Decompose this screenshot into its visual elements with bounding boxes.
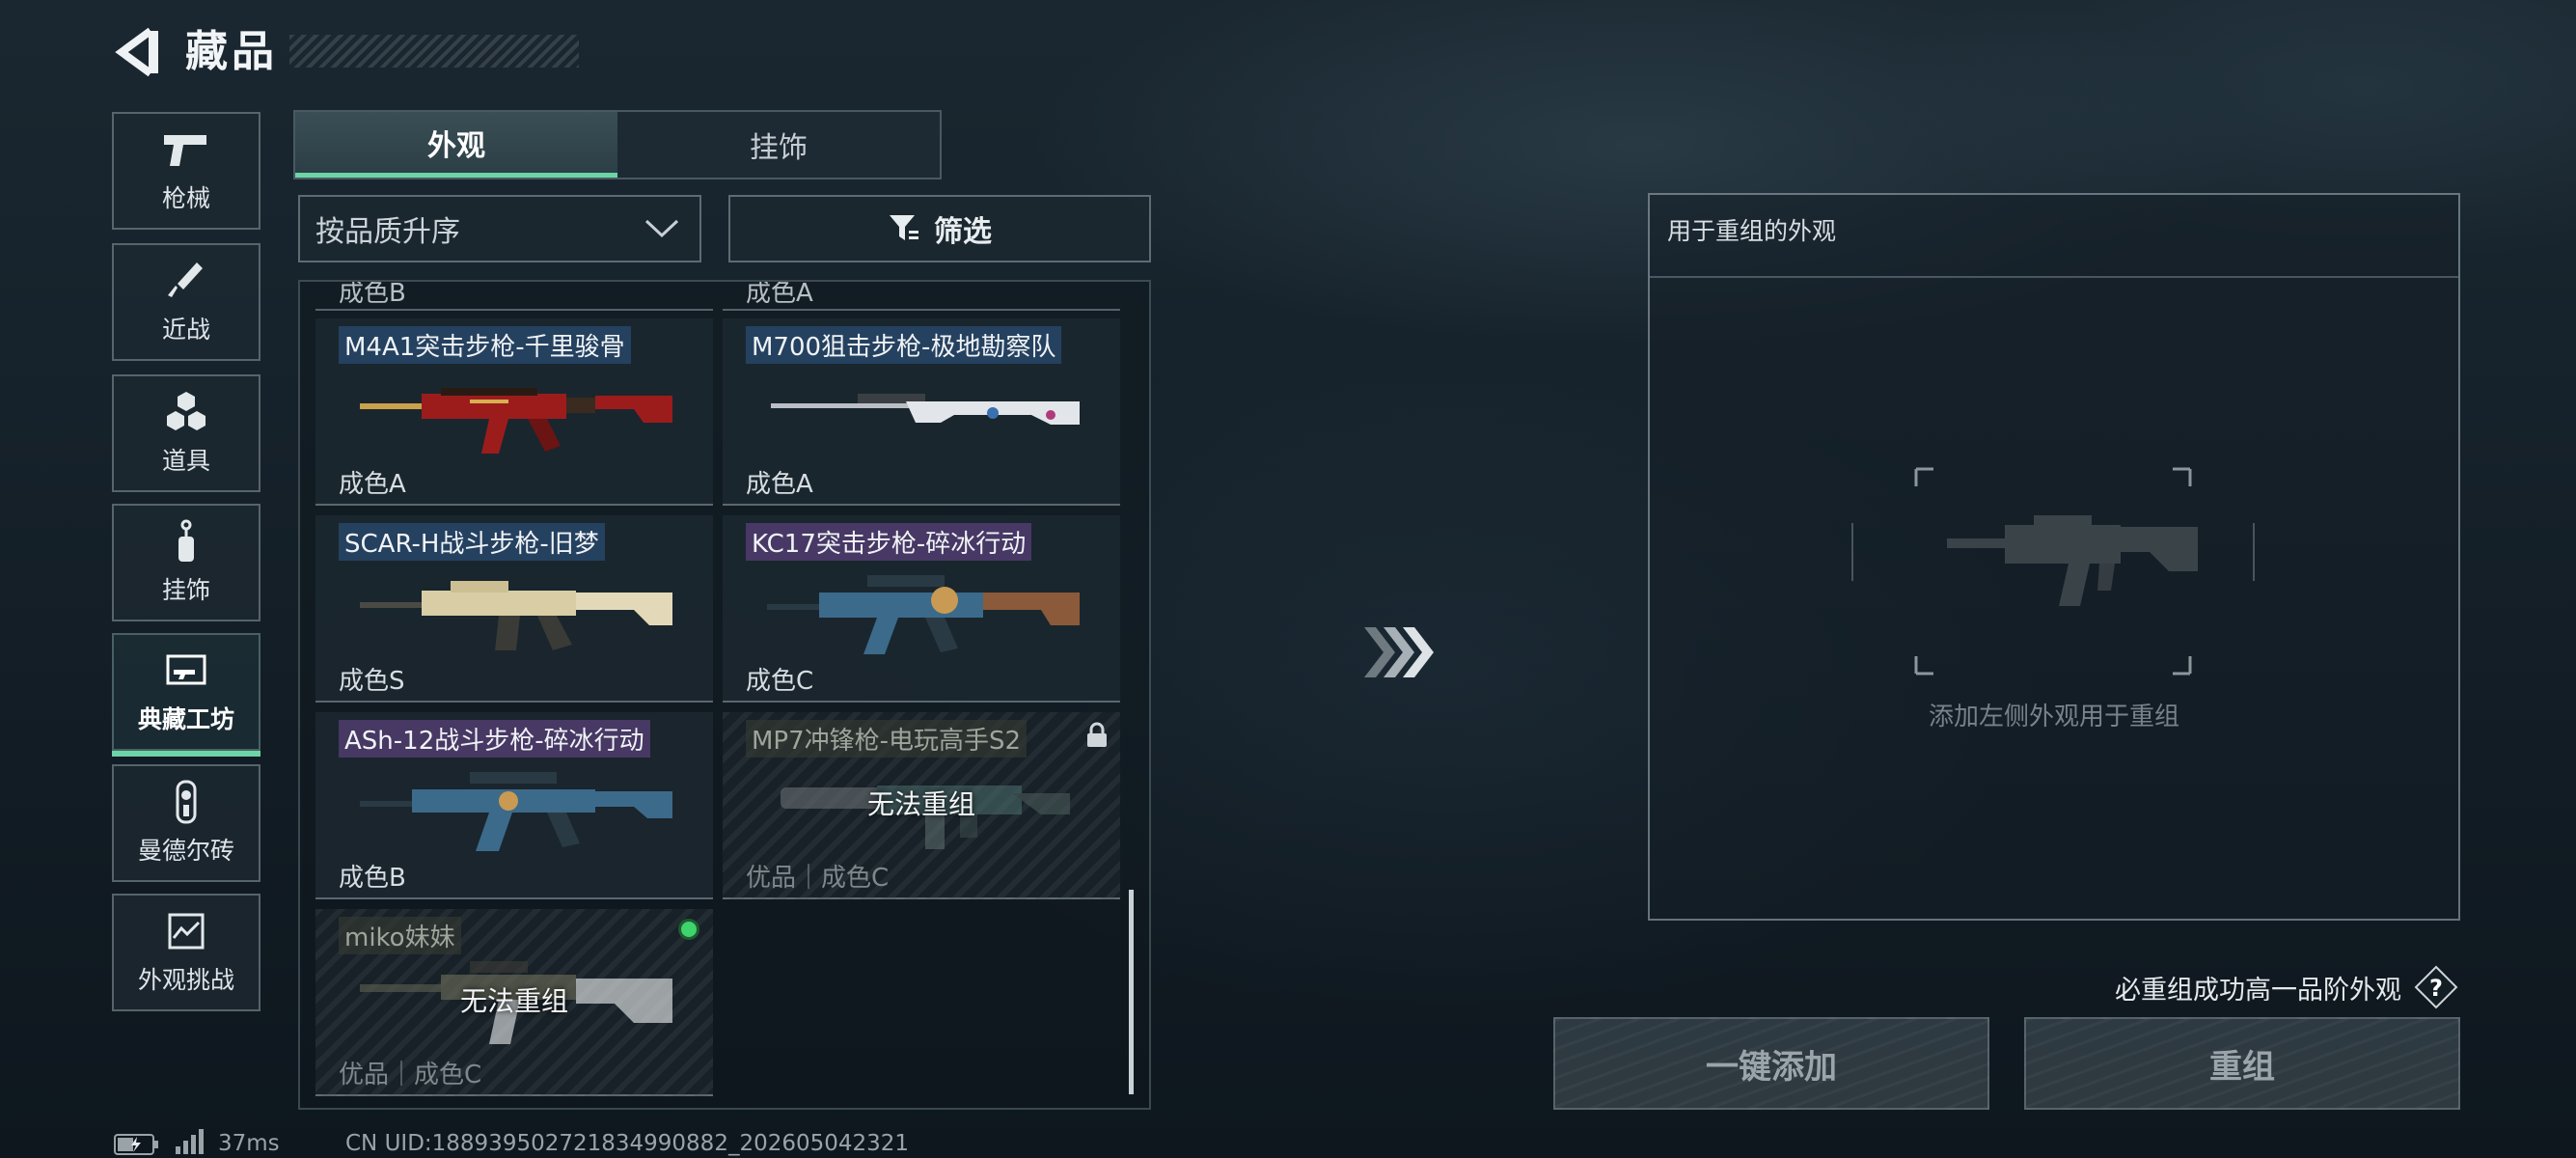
sidebar-item-tools[interactable]: 道具	[112, 374, 260, 492]
battery-charging-icon	[114, 1134, 158, 1155]
skin-name-tag: KC17突击步枪-碎冰行动	[746, 523, 1032, 561]
skin-card-kc17[interactable]: KC17突击步枪-碎冰行动 成色C	[723, 515, 1120, 703]
sidebar-item-label: 道具	[161, 447, 210, 475]
skin-grid: 成色B 成色A M4A1突击步枪-千里骏骨 成色A M700狙击步枪-极地勘察队…	[298, 280, 1151, 1110]
recombine-panel-title: 用于重组的外观	[1667, 217, 1837, 245]
tab-appearance[interactable]: 外观	[295, 112, 617, 178]
grid-scrollbar[interactable]	[1129, 890, 1134, 1094]
guarantee-text: 必重组成功高一品阶外观	[2115, 976, 2401, 1006]
sidebar-item-label: 外观挑战	[137, 966, 234, 994]
grade-label: 成色B	[339, 864, 406, 893]
knife-icon	[168, 262, 203, 297]
brick-icon	[176, 780, 197, 824]
triple-chevron-right-icon	[1364, 627, 1434, 677]
skin-card-ash-12[interactable]: ASh-12战斗步枪-碎冰行动 成色B	[315, 712, 713, 899]
help-icon[interactable]: ?	[2414, 965, 2458, 1009]
skin-name-tag: M4A1突击步枪-千里骏骨	[339, 326, 631, 364]
sort-value: 按品质升序	[315, 215, 460, 249]
cannot-recombine-label: 无法重组	[459, 985, 568, 1017]
partial-grid-cell[interactable]: 成色B	[315, 282, 713, 311]
rifle-image	[360, 388, 672, 454]
sidebar-item-label: 挂饰	[161, 576, 210, 604]
filter-label: 筛选	[934, 215, 992, 249]
skin-card-mp7[interactable]: MP7冲锋枪-电玩高手S2 无法重组 优品｜成色C	[723, 712, 1120, 899]
ping-readout: 37ms	[218, 1131, 280, 1156]
grade-label: 成色A	[746, 282, 813, 308]
sidebar-item-workshop[interactable]: 典藏工坊	[112, 633, 260, 757]
filter-icon	[890, 215, 918, 240]
skin-name-tag: miko妹妹	[339, 917, 461, 954]
rifle-image	[767, 575, 1080, 654]
rifle-image	[360, 772, 672, 851]
skin-name-tag: M700狙击步枪-极地勘察队	[746, 326, 1062, 364]
rifle-image	[771, 394, 1080, 425]
signal-strength-icon	[176, 1129, 204, 1154]
rifle-image	[360, 581, 672, 650]
grade-label: 成色A	[339, 470, 406, 499]
grade-label: 成色B	[339, 282, 406, 308]
sidebar-item-charms[interactable]: 挂饰	[112, 504, 260, 621]
tab-bar: 外观 挂饰	[293, 110, 942, 179]
lock-icon	[1087, 722, 1107, 747]
skin-name-tag: ASh-12战斗步枪-碎冰行动	[339, 720, 650, 758]
partial-grid-cell[interactable]: 成色A	[723, 282, 1120, 311]
sidebar-item-label: 枪械	[161, 184, 210, 212]
panel-divider	[1650, 276, 2458, 278]
equipped-dot-icon	[678, 919, 699, 940]
cannot-recombine-label: 无法重组	[866, 788, 975, 820]
charm-icon	[178, 519, 194, 562]
recombine-panel: 用于重组的外观 添加左侧外观用于重组	[1648, 193, 2460, 921]
sidebar-item-label: 曼德尔砖	[137, 837, 234, 865]
sort-dropdown[interactable]: 按品质升序	[298, 195, 701, 262]
quick-add-button[interactable]: 一键添加	[1553, 1017, 1989, 1110]
skin-card-m700[interactable]: M700狙击步枪-极地勘察队 成色A	[723, 318, 1120, 506]
skin-name-tag: MP7冲锋枪-电玩高手S2	[746, 720, 1028, 758]
skin-card-miko[interactable]: miko妹妹 无法重组 优品｜成色C	[315, 909, 713, 1096]
sidebar-item-mandel-brick[interactable]: 曼德尔砖	[112, 764, 260, 882]
page-title: 藏品	[185, 27, 278, 76]
filter-button[interactable]: 筛选	[728, 195, 1151, 262]
challenge-icon	[168, 913, 205, 950]
help-mark: ?	[2429, 975, 2443, 1002]
grade-label: 成色S	[339, 667, 405, 696]
recombine-button[interactable]: 重组	[2024, 1017, 2460, 1110]
pistol-icon	[164, 135, 206, 166]
grade-label: 成色A	[746, 470, 813, 499]
grade-label: 成色C	[746, 667, 814, 696]
tab-charms[interactable]: 挂饰	[617, 112, 940, 178]
empty-slot-hint: 添加左侧外观用于重组	[1928, 703, 2179, 731]
user-uid: CN UID:1889395027218349908​82_2026050423…	[345, 1131, 910, 1156]
chevron-down-icon	[644, 219, 679, 238]
sidebar-item-label: 近战	[161, 316, 210, 344]
skin-card-m4a1[interactable]: M4A1突击步枪-千里骏骨 成色A	[315, 318, 713, 506]
grade-label: 优品｜成色C	[339, 1061, 482, 1089]
skin-card-scar-h[interactable]: SCAR-H战斗步枪-旧梦 成色S	[315, 515, 713, 703]
grade-label: 优品｜成色C	[746, 864, 890, 893]
empty-slot-rifle-icon[interactable]	[1850, 465, 2256, 677]
sidebar-item-melee[interactable]: 近战	[112, 243, 260, 361]
sidebar-item-label: 典藏工坊	[137, 705, 234, 733]
title-decoration	[289, 35, 579, 68]
sidebar-item-skin-challenge[interactable]: 外观挑战	[112, 894, 260, 1011]
skin-name-tag: SCAR-H战斗步枪-旧梦	[339, 523, 605, 561]
workshop-icon	[166, 654, 206, 685]
sidebar-item-guns[interactable]: 枪械	[112, 112, 260, 230]
back-arrow-icon[interactable]	[112, 25, 166, 79]
grenades-icon	[167, 392, 206, 430]
